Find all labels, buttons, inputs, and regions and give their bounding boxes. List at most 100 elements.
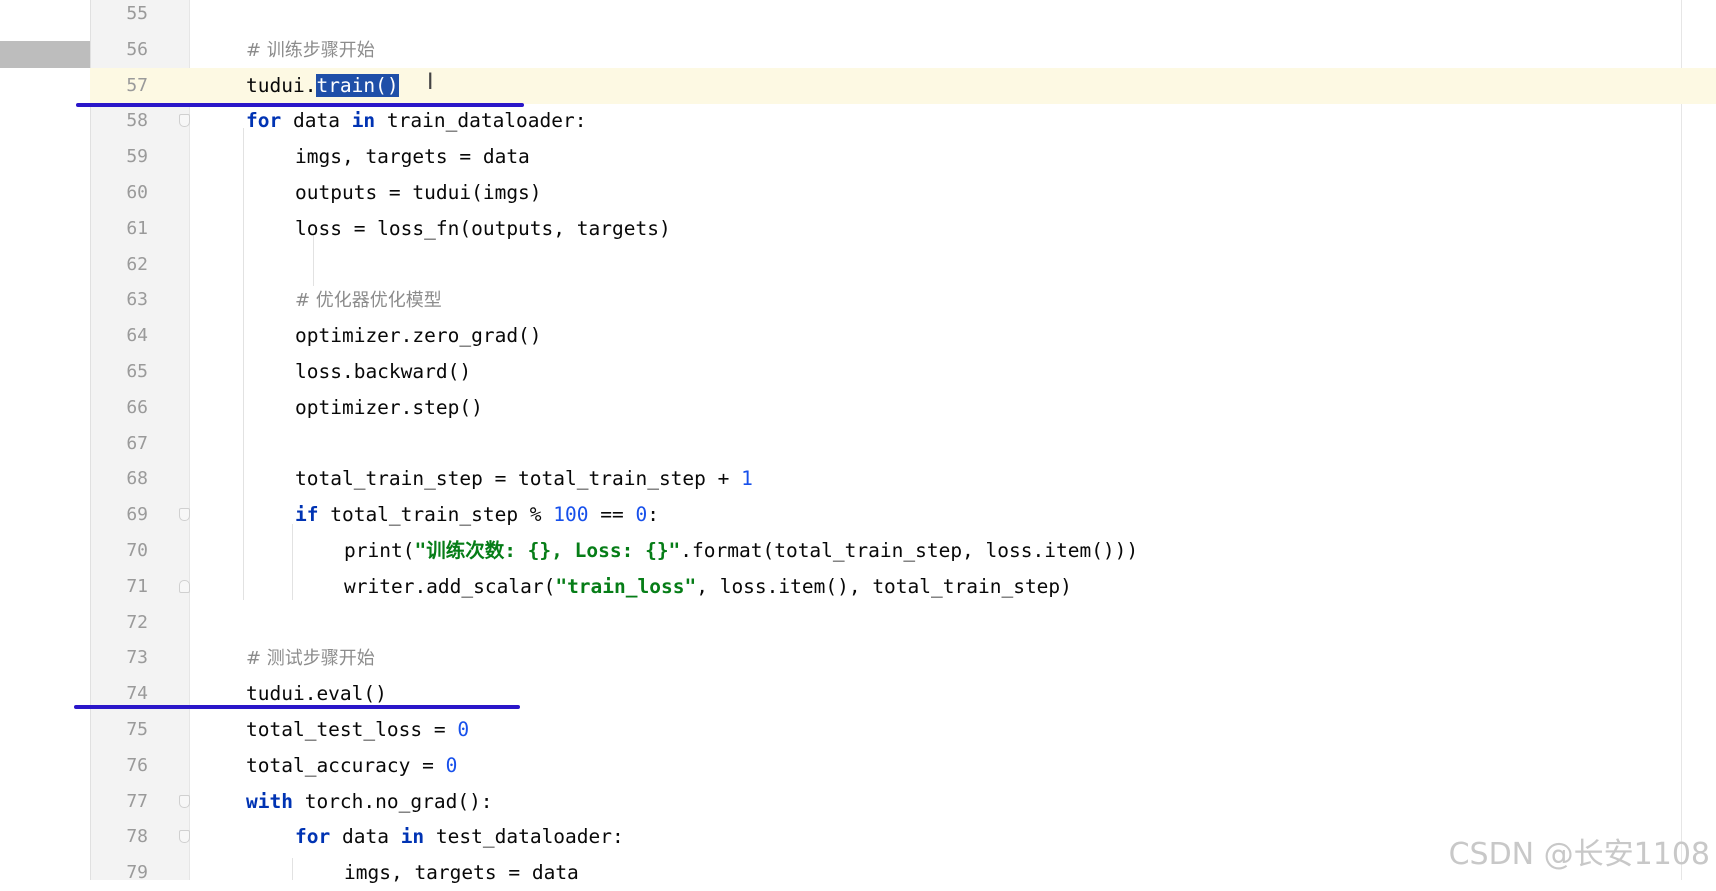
code-token: 0 — [445, 753, 458, 777]
code-line[interactable]: 65 loss.backward() — [90, 354, 1716, 390]
line-number: 69 — [126, 504, 148, 526]
code-line[interactable]: 77 with torch.no_grad(): — [90, 784, 1716, 820]
code-text: optimizer.zero_grad() — [295, 318, 542, 354]
code-token: outputs = tudui(imgs) — [295, 181, 542, 204]
code-token: optimizer.zero_grad() — [295, 324, 542, 348]
fold-marker-icon[interactable] — [179, 508, 190, 522]
code-token: if — [295, 503, 319, 527]
code-token: data — [281, 109, 352, 133]
text-cursor-icon: I — [427, 70, 434, 95]
code-token: writer.add_scalar( — [344, 574, 556, 598]
code-text: writer.add_scalar("train_loss", loss.ite… — [344, 569, 1072, 605]
code-token: tudui. — [246, 73, 317, 97]
code-token: train_dataloader: — [375, 109, 587, 133]
selected-text: train() — [316, 73, 399, 97]
line-number: 79 — [126, 862, 148, 884]
code-token: , loss.item(), total_train_step) — [696, 574, 1072, 598]
line-number: 57 — [126, 74, 148, 96]
code-line[interactable]: 73 # 测试步骤开始 — [90, 640, 1716, 676]
fold-marker-icon[interactable] — [179, 830, 190, 844]
code-line[interactable]: 69 if total_train_step % 100 == 0: — [90, 497, 1716, 533]
code-token: loss = loss_fn(outputs, targets) — [295, 216, 671, 240]
code-text: for data in train_dataloader: — [246, 103, 587, 139]
underline-annotation-train — [76, 103, 524, 107]
code-line[interactable]: 60 outputs = tudui(imgs) — [90, 175, 1716, 211]
code-line[interactable]: 57 tudui.train() — [90, 67, 1716, 104]
code-token: 100 — [553, 503, 589, 527]
fold-marker-icon[interactable] — [179, 794, 190, 808]
code-token: with — [246, 789, 293, 813]
code-line[interactable]: 63 # 优化器优化模型 — [90, 282, 1716, 318]
scroll-marker[interactable] — [0, 41, 90, 68]
line-number: 76 — [126, 754, 148, 776]
code-line[interactable]: 58 for data in train_dataloader: — [90, 103, 1716, 139]
code-line[interactable]: 71 writer.add_scalar("train_loss", loss.i… — [90, 569, 1716, 605]
code-token: total_train_step = total_train_step + — [295, 467, 742, 491]
code-text: tudui.train() — [246, 68, 399, 104]
code-token: test_dataloader: — [424, 825, 624, 849]
code-line[interactable]: 72 — [90, 605, 1716, 641]
code-line[interactable]: 62 — [90, 247, 1716, 283]
code-token: for — [295, 825, 331, 849]
code-line[interactable]: 66 optimizer.step() — [90, 390, 1716, 426]
code-line[interactable]: 76 total_accuracy = 0 — [90, 748, 1716, 784]
line-number: 77 — [126, 790, 148, 812]
code-text: outputs = tudui(imgs) — [295, 175, 542, 211]
code-text: loss.backward() — [295, 354, 471, 390]
code-token: # 测试步骤开始 — [246, 648, 375, 670]
underline-annotation-eval — [74, 705, 520, 709]
line-number: 71 — [126, 575, 148, 597]
code-token: loss.backward() — [295, 360, 472, 383]
left-panel-edge — [0, 0, 90, 880]
line-number: 59 — [126, 146, 148, 168]
line-number: 62 — [126, 253, 148, 275]
line-number: 64 — [126, 325, 148, 347]
code-text: total_test_loss = 0 — [246, 712, 469, 748]
line-number: 75 — [126, 719, 148, 740]
fold-marker-icon[interactable] — [179, 114, 190, 128]
code-line[interactable]: 56 # 训练步骤开始 — [90, 32, 1716, 68]
code-token: in — [400, 825, 425, 849]
line-number: 65 — [126, 361, 148, 382]
code-token: torch.no_grad(): — [292, 789, 493, 813]
code-token: optimizer.step() — [295, 395, 483, 419]
line-number: 63 — [126, 289, 148, 311]
code-text: imgs, targets = data — [295, 139, 530, 175]
code-token: print( — [344, 539, 415, 562]
line-number: 66 — [126, 396, 148, 418]
indent-guide — [243, 128, 244, 600]
code-text: imgs, targets = data — [344, 855, 579, 891]
watermark: CSDN @长安1108 — [1448, 837, 1710, 872]
code-text: total_accuracy = 0 — [246, 748, 457, 784]
code-line[interactable]: 64 optimizer.zero_grad() — [90, 318, 1716, 354]
code-token: total_test_loss = — [246, 718, 458, 741]
indent-guide — [313, 236, 314, 286]
code-token: .format(total_train_step, loss.item())) — [680, 539, 1139, 562]
code-token: imgs, targets = data — [344, 861, 579, 885]
code-token: total_accuracy = — [246, 753, 446, 777]
line-number: 56 — [126, 38, 148, 60]
code-token: in — [351, 109, 376, 133]
indent-guide — [292, 858, 293, 880]
line-number: 67 — [126, 432, 148, 454]
code-line[interactable]: 59 imgs, targets = data — [90, 139, 1716, 175]
indent-guide — [292, 524, 293, 600]
code-line[interactable]: 67 — [90, 426, 1716, 462]
code-line[interactable]: 55 — [90, 0, 1716, 32]
line-number: 61 — [126, 217, 148, 239]
code-line[interactable]: 70 print("训练次数: {}, Loss: {}".format(tota… — [90, 533, 1716, 569]
code-line[interactable]: 61 loss = loss_fn(outputs, targets) — [90, 211, 1716, 247]
code-line[interactable]: 68 total_train_step = total_train_step + … — [90, 461, 1716, 497]
line-number: 73 — [126, 647, 148, 669]
code-token: total_train_step % — [318, 503, 554, 527]
line-number: 78 — [126, 826, 148, 848]
fold-marker-icon[interactable] — [179, 579, 190, 593]
code-text: optimizer.step() — [295, 390, 483, 426]
code-token: # 训练步骤开始 — [246, 39, 375, 61]
code-line[interactable]: 75 total_test_loss = 0 — [90, 712, 1716, 748]
code-token: # 优化器优化模型 — [295, 290, 442, 312]
code-text: # 优化器优化模型 — [295, 282, 442, 319]
code-token: 1 — [741, 467, 753, 491]
line-number: 58 — [126, 110, 148, 132]
code-text: # 测试步骤开始 — [246, 640, 375, 677]
